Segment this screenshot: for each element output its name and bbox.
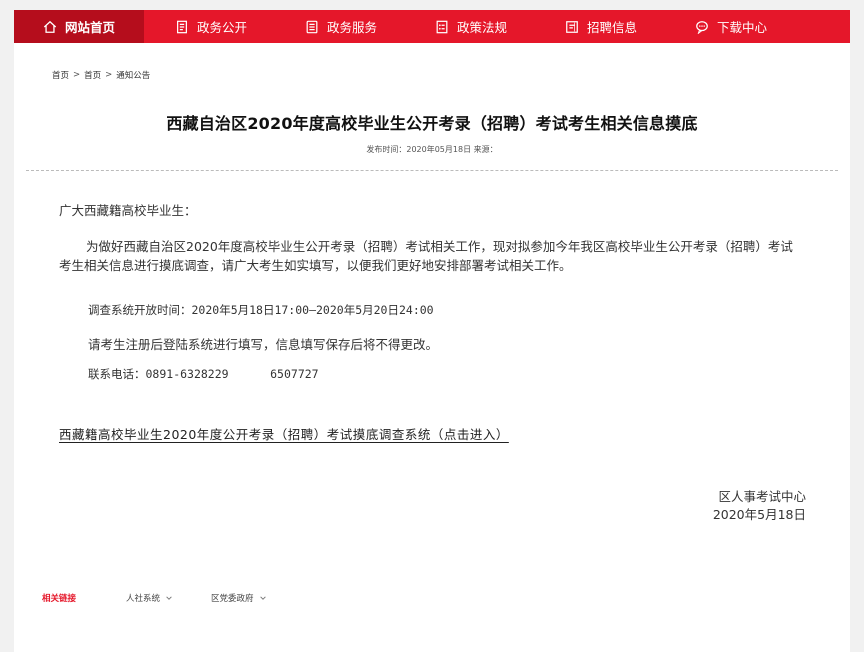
chevron-down-icon <box>259 596 266 600</box>
related-links-label: 相关链接 <box>42 594 77 604</box>
page: 网站首页 政务公开 政务服务 政策法规 招聘信息 下载中心 首页 > 首页 > … <box>14 10 850 652</box>
nav-gov-affairs[interactable]: 政务公开 <box>146 10 276 43</box>
dropdown-hr-system-label: 人社系统 <box>126 594 161 604</box>
chevron-down-icon <box>166 596 172 600</box>
signature: 区人事考试中心 2020年5月18日 <box>713 488 806 524</box>
article-title: 西藏自治区2020年度高校毕业生公开考录（招聘）考试考生相关信息摸底 <box>166 114 698 133</box>
schedule-text: 调查系统开放时间：2020年5月18日17:00—2020年5月20日24:00 <box>88 303 434 317</box>
service-icon <box>306 20 318 33</box>
sign-date: 2020年5月18日 <box>712 507 806 522</box>
home-icon <box>43 20 57 33</box>
nav-gov-service-label: 政务服务 <box>326 20 377 35</box>
footer: 相关链接 人社系统 区党委政府 <box>42 592 305 604</box>
nav-gov-service[interactable]: 政务服务 <box>276 10 406 43</box>
divider <box>26 170 838 171</box>
phone-text: 联系电话：0891-6328229 6507727 <box>88 367 319 381</box>
breadcrumb-separator: > <box>105 70 113 80</box>
nav-recruit[interactable]: 招聘信息 <box>536 10 666 43</box>
survey-system-link[interactable]: 西藏籍高校毕业生2020年度公开考录（招聘）考试摸底调查系统（点击进入） <box>59 424 509 443</box>
breadcrumb-notices[interactable]: 通知公告 <box>116 69 150 81</box>
breadcrumb: 首页 > 首页 > 通知公告 <box>52 69 150 81</box>
nav-gov-affairs-label: 政务公开 <box>196 20 247 35</box>
document-icon <box>176 20 187 33</box>
nav-download-label: 下载中心 <box>716 20 767 35</box>
sign-org: 区人事考试中心 <box>718 489 806 504</box>
dropdown-party-gov[interactable]: 区党委政府 <box>211 592 267 604</box>
greeting: 广大西藏籍高校毕业生： <box>59 203 197 218</box>
nav-home-label: 网站首页 <box>64 20 115 35</box>
nav-policy[interactable]: 政策法规 <box>406 10 536 43</box>
recruit-icon <box>566 20 578 33</box>
breadcrumb-home-2[interactable]: 首页 <box>84 69 101 81</box>
article-meta: 发布时间：2020年05月18日 来源： <box>366 145 498 154</box>
nav-recruit-label: 招聘信息 <box>586 20 637 35</box>
nav-home[interactable]: 网站首页 <box>14 10 144 43</box>
dropdown-hr-system[interactable]: 人社系统 <box>126 592 173 604</box>
main-paragraph: 为做好西藏自治区2020年度高校毕业生公开考录（招聘）考试相关工作，现对拟参加今… <box>59 239 793 273</box>
top-nav: 网站首页 政务公开 政务服务 政策法规 招聘信息 下载中心 <box>14 10 850 43</box>
nav-policy-label: 政策法规 <box>456 20 507 35</box>
breadcrumb-separator: > <box>73 70 81 80</box>
policy-icon <box>436 20 448 33</box>
nav-download[interactable]: 下载中心 <box>666 10 796 43</box>
dropdown-party-gov-label: 区党委政府 <box>211 594 254 604</box>
notice-text: 请考生注册后登陆系统进行填写，信息填写保存后将不得更改。 <box>88 337 439 352</box>
breadcrumb-home[interactable]: 首页 <box>52 69 69 81</box>
chat-icon <box>696 20 708 34</box>
